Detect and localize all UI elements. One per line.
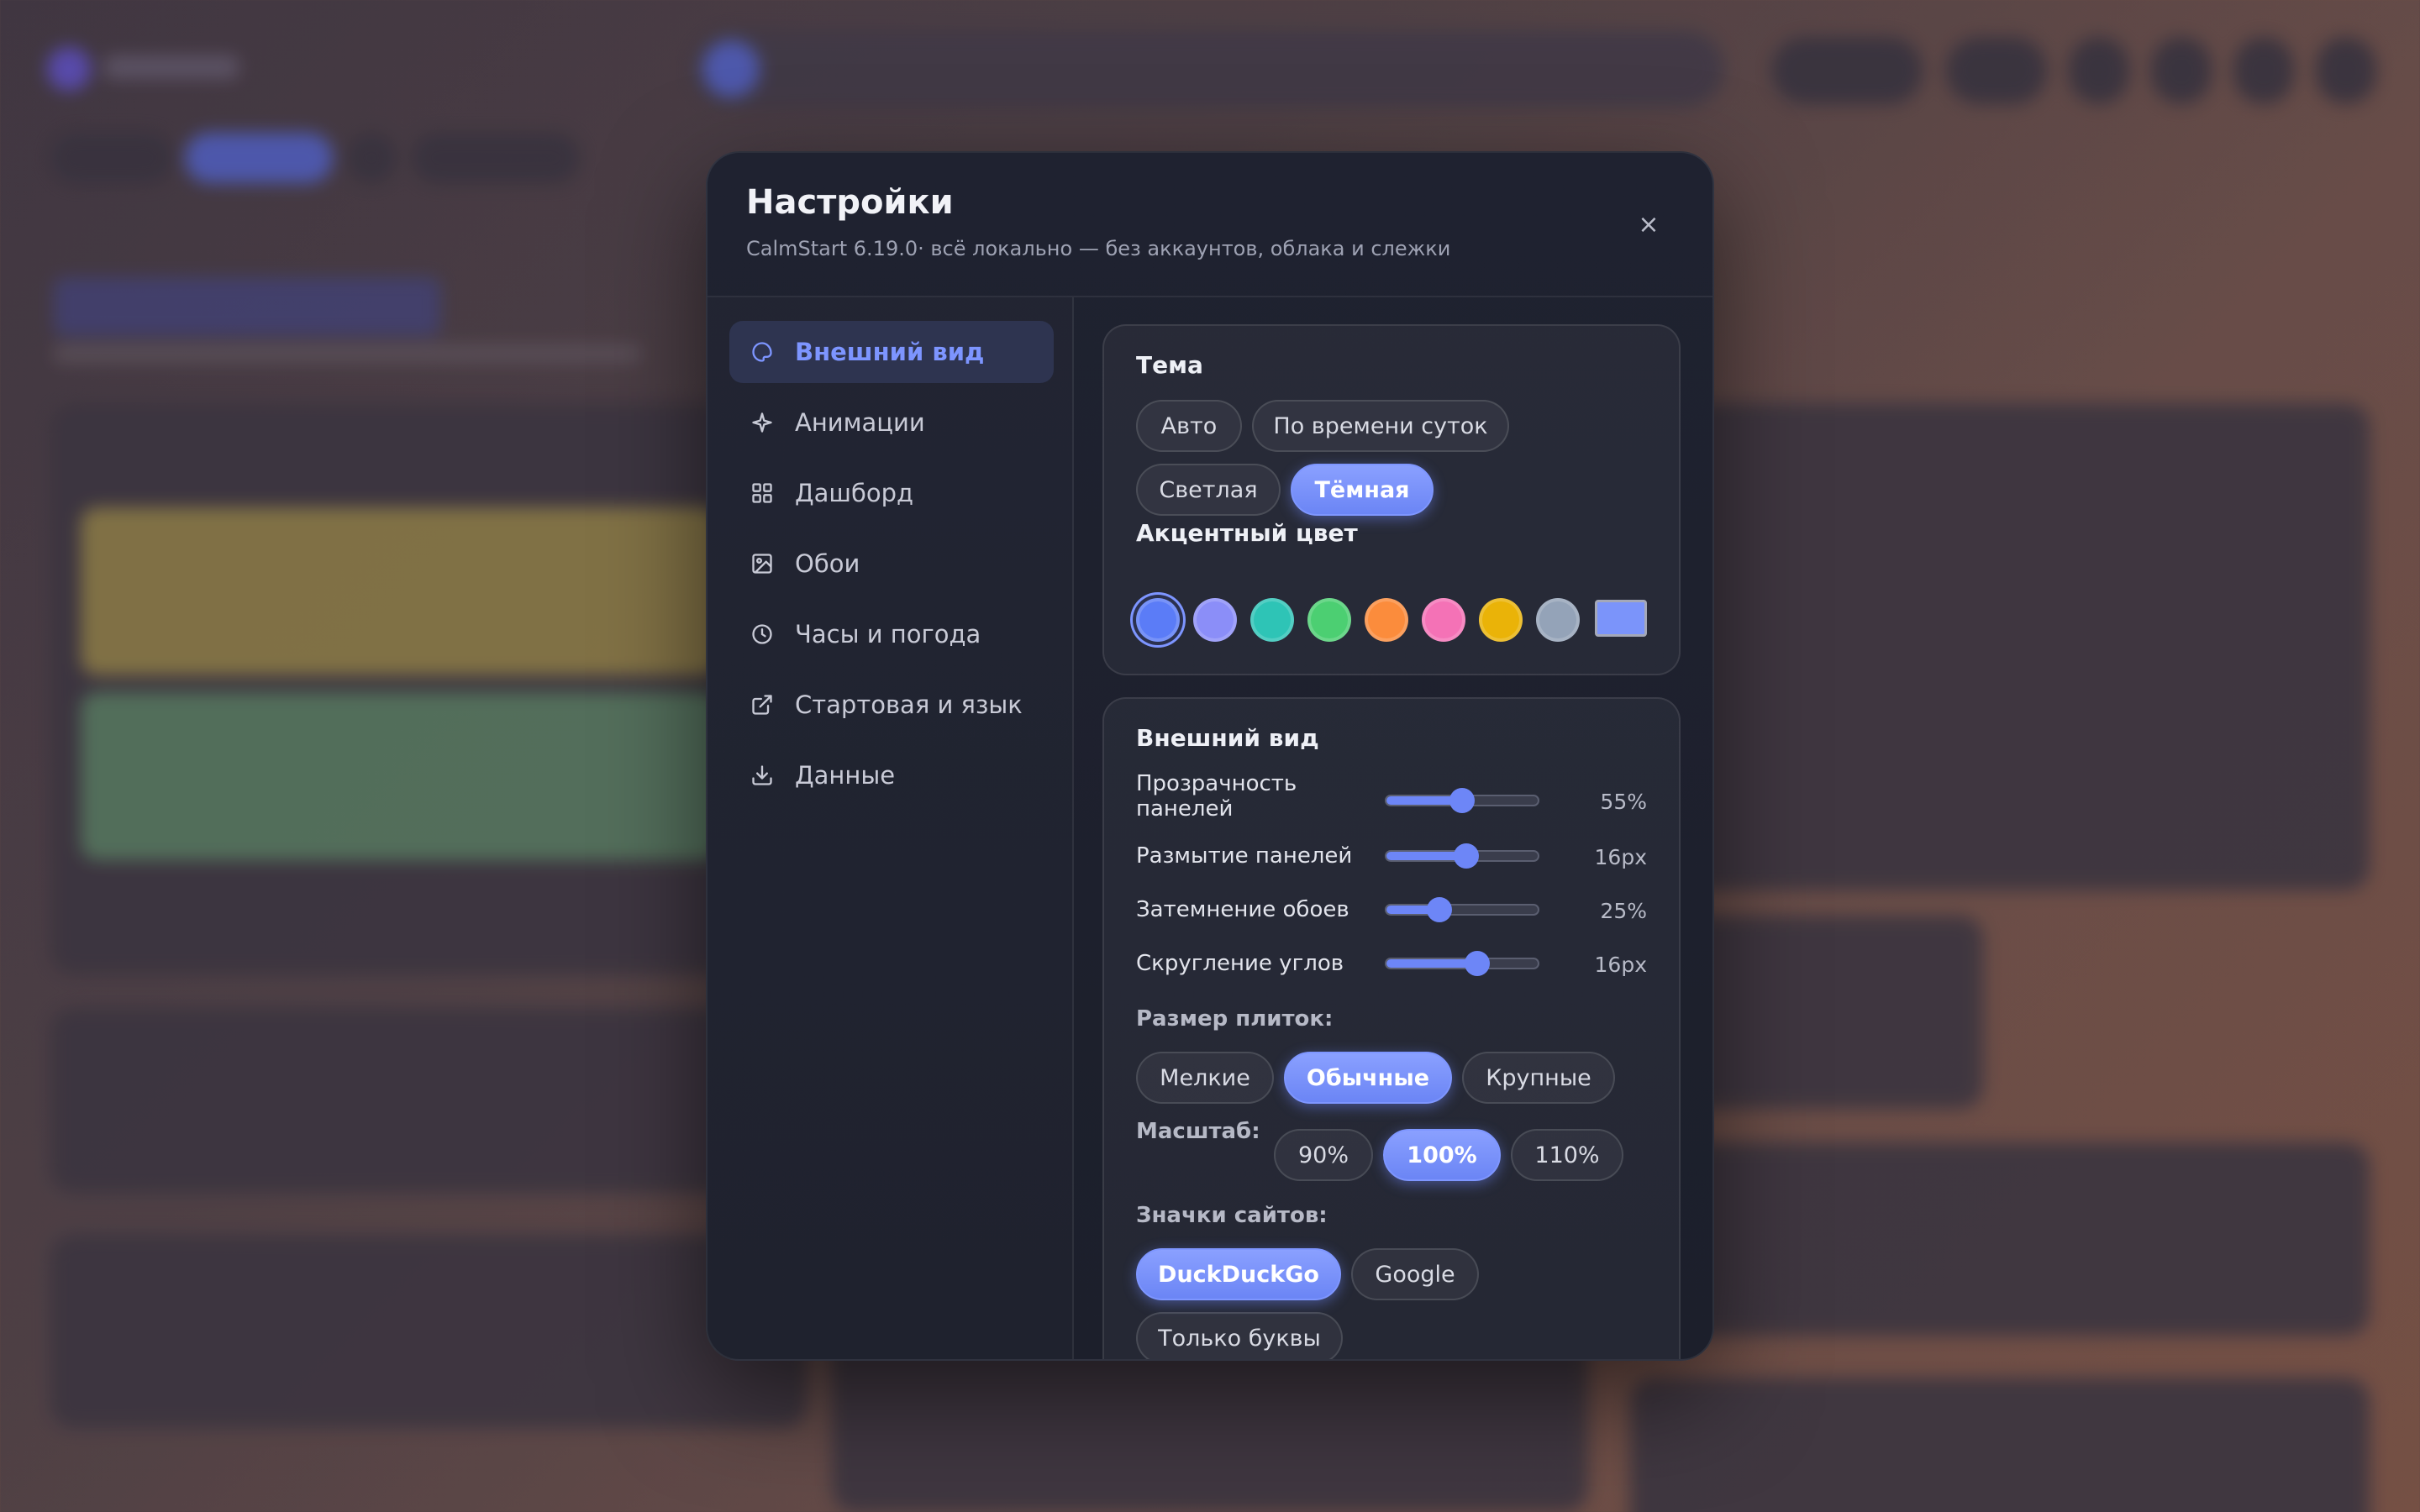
sidebar-item-label: Обои bbox=[795, 549, 860, 578]
panel-opacity-label: Прозрачность панелей bbox=[1136, 771, 1297, 822]
wallpaper-dim-label: Затемнение обоев bbox=[1136, 897, 1349, 922]
sidebar-item-label: Стартовая и язык bbox=[795, 690, 1023, 719]
appearance-title: Внешний вид bbox=[1136, 724, 1319, 752]
download-icon bbox=[750, 763, 775, 788]
external-link-icon bbox=[750, 692, 775, 717]
tile-size-small-button[interactable]: Мелкие bbox=[1136, 1052, 1274, 1104]
clock-icon bbox=[750, 622, 775, 647]
accent-color-title: Акцентный цвет bbox=[1136, 519, 1358, 547]
accent-swatch-blue[interactable] bbox=[1136, 598, 1180, 642]
wallpaper-dim-slider[interactable] bbox=[1385, 897, 1539, 922]
accent-swatch-yellow[interactable] bbox=[1479, 598, 1523, 642]
accent-swatch-teal[interactable] bbox=[1250, 598, 1294, 642]
settings-dialog: Настройки CalmStart 6.19.0· всё локально… bbox=[706, 151, 1714, 1361]
sidebar-item-data[interactable]: Данные bbox=[729, 744, 1054, 806]
sidebar-item-dashboard[interactable]: Дашборд bbox=[729, 462, 1054, 524]
site-icons-duckduckgo-button[interactable]: DuckDuckGo bbox=[1136, 1248, 1341, 1300]
settings-content: Тема Авто По времени суток Светлая Тёмна… bbox=[1074, 297, 1712, 1359]
tile-size-label: Размер плиток: bbox=[1136, 1006, 1334, 1032]
sidebar-item-appearance[interactable]: Внешний вид bbox=[729, 321, 1054, 383]
sidebar-item-label: Анимации bbox=[795, 408, 925, 437]
close-button[interactable]: × bbox=[1632, 208, 1665, 242]
sidebar-item-wallpaper[interactable]: Обои bbox=[729, 533, 1054, 595]
site-icons-label: Значки сайтов: bbox=[1136, 1203, 1328, 1228]
dialog-subtitle: CalmStart 6.19.0· всё локально — без акк… bbox=[746, 237, 1451, 260]
sidebar-item-label: Внешний вид bbox=[795, 338, 985, 366]
accent-swatch-gray[interactable] bbox=[1536, 598, 1580, 642]
sparkle-icon bbox=[750, 410, 775, 435]
accent-swatch-pink[interactable] bbox=[1422, 598, 1465, 642]
slider-thumb[interactable] bbox=[1465, 951, 1490, 976]
scale-110-button[interactable]: 110% bbox=[1511, 1129, 1623, 1181]
slider-thumb[interactable] bbox=[1454, 843, 1480, 869]
theme-time-of-day-button[interactable]: По времени суток bbox=[1252, 400, 1509, 452]
sidebar-item-animations[interactable]: Анимации bbox=[729, 391, 1054, 454]
dialog-header: Настройки CalmStart 6.19.0· всё локально… bbox=[708, 153, 1712, 297]
tile-size-large-button[interactable]: Крупные bbox=[1462, 1052, 1615, 1104]
accent-swatch-green[interactable] bbox=[1307, 598, 1351, 642]
slider-thumb[interactable] bbox=[1449, 788, 1475, 813]
panel-blur-slider[interactable] bbox=[1385, 843, 1539, 869]
sidebar-item-label: Часы и погода bbox=[795, 620, 981, 648]
theme-dark-button[interactable]: Тёмная bbox=[1291, 464, 1434, 516]
site-icons-google-button[interactable]: Google bbox=[1351, 1248, 1479, 1300]
theme-card: Тема Авто По времени суток Светлая Тёмна… bbox=[1102, 324, 1681, 675]
palette-icon bbox=[750, 339, 775, 365]
dialog-title: Настройки bbox=[746, 183, 954, 222]
scale-100-button[interactable]: 100% bbox=[1383, 1129, 1501, 1181]
accent-swatch-orange[interactable] bbox=[1365, 598, 1408, 642]
theme-auto-button[interactable]: Авто bbox=[1136, 400, 1242, 452]
scale-label: Масштаб: bbox=[1136, 1119, 1260, 1144]
corner-radius-label: Скругление углов bbox=[1136, 951, 1344, 976]
sidebar-item-startup-language[interactable]: Стартовая и язык bbox=[729, 674, 1054, 736]
tile-size-normal-button[interactable]: Обычные bbox=[1284, 1052, 1452, 1104]
panel-blur-value: 16px bbox=[1594, 845, 1647, 869]
panel-opacity-slider[interactable] bbox=[1385, 788, 1539, 813]
accent-swatch-periwinkle[interactable] bbox=[1193, 598, 1237, 642]
image-icon bbox=[750, 551, 775, 576]
panel-blur-label: Размытие панелей bbox=[1136, 843, 1353, 869]
scale-90-button[interactable]: 90% bbox=[1274, 1129, 1373, 1181]
corner-radius-slider[interactable] bbox=[1385, 951, 1539, 976]
appearance-card: Внешний вид Прозрачность панелей 55% Раз… bbox=[1102, 697, 1681, 1359]
sidebar-item-label: Данные bbox=[795, 761, 896, 790]
panel-opacity-value: 55% bbox=[1600, 790, 1647, 814]
theme-title: Тема bbox=[1136, 351, 1203, 379]
grid-icon bbox=[750, 480, 775, 506]
wallpaper-dim-value: 25% bbox=[1600, 899, 1647, 923]
corner-radius-value: 16px bbox=[1594, 953, 1647, 977]
custom-color-picker[interactable] bbox=[1595, 600, 1647, 637]
sidebar-item-label: Дашборд bbox=[795, 479, 914, 507]
slider-thumb[interactable] bbox=[1427, 897, 1452, 922]
theme-light-button[interactable]: Светлая bbox=[1136, 464, 1281, 516]
settings-sidebar: Внешний вид Анимации Дашборд Обои Часы и… bbox=[708, 297, 1074, 1359]
site-icons-letters-only-button[interactable]: Только буквы bbox=[1136, 1312, 1343, 1359]
sidebar-item-clock-weather[interactable]: Часы и погода bbox=[729, 603, 1054, 665]
